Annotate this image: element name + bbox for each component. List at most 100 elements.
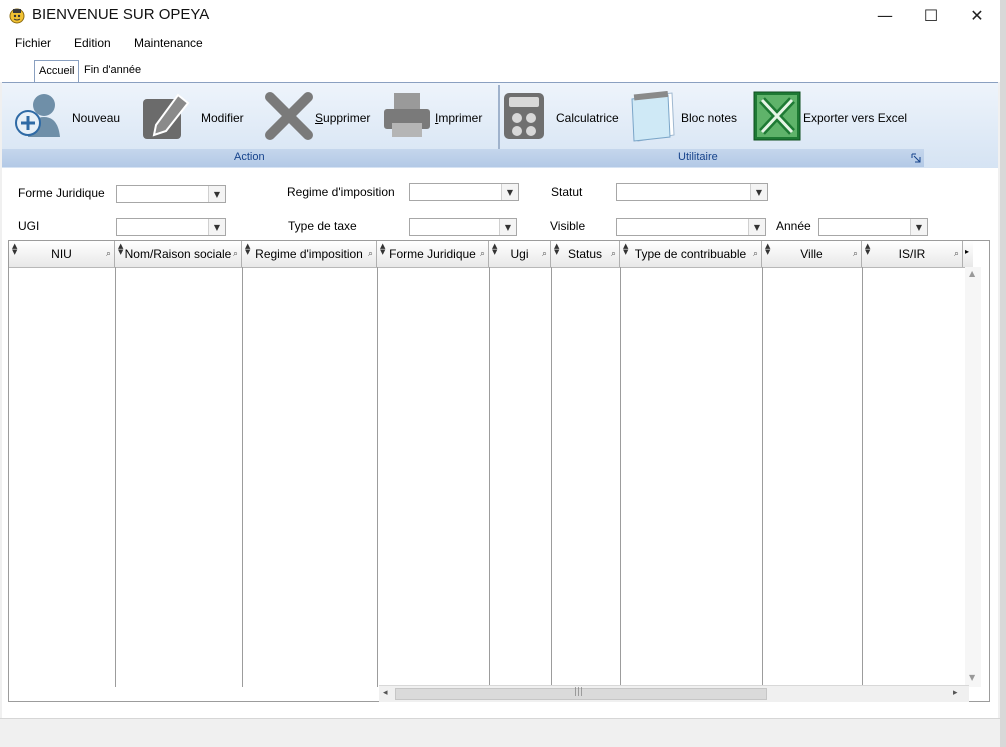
combo-ugi[interactable]: ▼ — [116, 218, 226, 236]
printer-icon[interactable] — [382, 91, 432, 141]
scroll-left-icon[interactable]: ◂ — [383, 688, 388, 698]
column-title: Forme Juridique — [389, 247, 476, 261]
combo-annee[interactable]: ▼ — [818, 218, 928, 236]
column-title: Type de contribuable — [634, 247, 747, 261]
chevron-down-icon[interactable]: ▼ — [499, 219, 516, 235]
column-header-status[interactable]: ▲ ▼ Status ⌕ — [551, 241, 620, 267]
combo-visible[interactable]: ▼ — [616, 218, 766, 236]
column-header-ville[interactable]: ▲ ▼ Ville ⌕ — [762, 241, 862, 267]
menu-fichier[interactable]: Fichier — [15, 36, 51, 50]
column-divider — [115, 267, 116, 687]
ribbon: Nouveau Modifier Supprimer Imprimer Calc… — [2, 82, 998, 170]
column-title: Ugi — [510, 247, 529, 261]
label-visible: Visible — [550, 219, 586, 233]
column-title: Regime d'imposition — [255, 247, 363, 261]
column-header-nom[interactable]: ▲ ▼ Nom/Raison sociale ⌕ — [115, 241, 242, 267]
window-title: BIENVENUE SUR OPEYA — [32, 6, 210, 23]
modifier-button[interactable]: Modifier — [201, 111, 244, 125]
combo-statut[interactable]: ▼ — [616, 183, 768, 201]
group-label-utilitaire: Utilitaire — [678, 151, 718, 163]
label-ugi: UGI — [18, 219, 40, 233]
column-divider — [620, 267, 621, 687]
label-regime: Regime d'imposition — [287, 185, 395, 199]
combo-type-taxe[interactable]: ▼ — [409, 218, 517, 236]
search-icon[interactable]: ⌕ — [753, 249, 758, 259]
chevron-down-icon[interactable]: ▼ — [501, 184, 518, 200]
column-title: Nom/Raison sociale — [124, 247, 232, 261]
data-grid[interactable]: ▲ ▼ NIU ⌕ ▲ ▼ Nom/Raison sociale ⌕ ▲ ▼ Regime d'… — [8, 240, 990, 702]
scroll-right-arrow-icon[interactable]: ▸ — [953, 688, 958, 698]
bloc-notes-button[interactable]: Bloc notes — [681, 111, 737, 125]
menu-bar: Fichier Edition Maintenance — [0, 30, 1000, 54]
search-icon[interactable]: ⌕ — [542, 249, 547, 259]
column-header-niu[interactable]: ▲ ▼ NIU ⌕ — [9, 241, 115, 267]
add-user-icon[interactable] — [12, 91, 66, 141]
horizontal-scrollbar[interactable]: ◂ ||| ▸ — [379, 685, 969, 702]
column-header-ugi[interactable]: ▲ ▼ Ugi ⌕ — [489, 241, 551, 267]
imprimer-button[interactable]: Imprimer — [435, 111, 482, 125]
minimize-button[interactable]: — — [862, 0, 908, 30]
tab-fin-annee[interactable]: Fin d'année — [80, 60, 145, 82]
search-icon[interactable]: ⌕ — [480, 249, 485, 259]
chevron-down-icon[interactable]: ▼ — [910, 219, 927, 235]
label-type-taxe: Type de taxe — [288, 219, 357, 233]
scroll-down-icon[interactable]: ▼ — [969, 673, 975, 682]
edit-icon[interactable] — [140, 91, 192, 141]
title-bar[interactable]: BIENVENUE SUR OPEYA — ☐ ✕ — [0, 0, 1000, 30]
search-icon[interactable]: ⌕ — [233, 249, 238, 259]
column-divider — [862, 267, 863, 687]
menu-edition[interactable]: Edition — [74, 36, 111, 50]
chevron-down-icon[interactable]: ▼ — [750, 184, 767, 200]
grid-header: ▲ ▼ NIU ⌕ ▲ ▼ Nom/Raison sociale ⌕ ▲ ▼ Regime d'… — [9, 241, 973, 268]
combo-regime[interactable]: ▼ — [409, 183, 519, 201]
search-icon[interactable]: ⌕ — [368, 249, 373, 259]
app-window: BIENVENUE SUR OPEYA — ☐ ✕ Fichier Editio… — [0, 0, 1006, 747]
search-icon[interactable]: ⌕ — [611, 249, 616, 259]
excel-icon[interactable] — [753, 91, 801, 141]
close-button[interactable]: ✕ — [954, 0, 1000, 30]
notepad-icon[interactable] — [628, 90, 678, 143]
exporter-excel-button[interactable]: Exporter vers Excel — [803, 111, 907, 125]
column-title: Ville — [800, 247, 823, 261]
supprimer-button[interactable]: Supprimer — [315, 111, 370, 125]
search-icon[interactable]: ⌕ — [106, 249, 111, 259]
column-divider — [762, 267, 763, 687]
group-separator — [498, 85, 500, 149]
scroll-thumb[interactable]: ||| — [395, 687, 767, 700]
search-icon[interactable]: ⌕ — [853, 249, 858, 259]
calculator-icon[interactable] — [502, 91, 546, 141]
menu-maintenance[interactable]: Maintenance — [134, 36, 203, 50]
column-title: NIU — [51, 247, 72, 261]
scroll-right-icon[interactable]: ▸ — [965, 247, 973, 256]
combo-forme-juridique[interactable]: ▼ — [116, 185, 226, 203]
column-divider — [489, 267, 490, 687]
calculatrice-button[interactable]: Calculatrice — [556, 111, 619, 125]
nouveau-button[interactable]: Nouveau — [72, 111, 120, 125]
column-header-type-contribuable[interactable]: ▲ ▼ Type de contribuable ⌕ — [620, 241, 762, 267]
column-header-regime[interactable]: ▲ ▼ Regime d'imposition ⌕ — [242, 241, 377, 267]
column-header-is-ir[interactable]: ▲ ▼ IS/IR ⌕ — [862, 241, 963, 267]
grip-icon: ||| — [574, 687, 584, 697]
label-forme-juridique: Forme Juridique — [18, 186, 105, 200]
supprimer-mnemonic: S — [315, 111, 324, 125]
dialog-launcher-icon[interactable] — [911, 152, 921, 163]
chevron-down-icon[interactable]: ▼ — [208, 219, 225, 235]
maximize-button[interactable]: ☐ — [908, 0, 954, 30]
column-title: IS/IR — [898, 247, 926, 261]
delete-icon[interactable] — [264, 91, 314, 141]
status-bar — [0, 718, 1000, 741]
column-divider — [551, 267, 552, 687]
chevron-down-icon[interactable]: ▼ — [208, 186, 225, 202]
column-header-forme[interactable]: ▲ ▼ Forme Juridique ⌕ — [377, 241, 489, 267]
column-divider — [377, 267, 378, 687]
label-annee: Année — [776, 219, 811, 233]
column-title: Status — [567, 247, 603, 261]
supprimer-label: upprimer — [323, 111, 371, 125]
tab-accueil[interactable]: Accueil — [34, 60, 80, 83]
ribbon-tabs: Accueil Fin d'année — [0, 54, 1000, 83]
column-divider — [242, 267, 243, 687]
vertical-scrollbar[interactable]: ▲ ▼ — [965, 267, 981, 687]
search-icon[interactable]: ⌕ — [954, 249, 959, 259]
scroll-up-icon[interactable]: ▲ — [969, 269, 975, 278]
chevron-down-icon[interactable]: ▼ — [748, 219, 765, 235]
